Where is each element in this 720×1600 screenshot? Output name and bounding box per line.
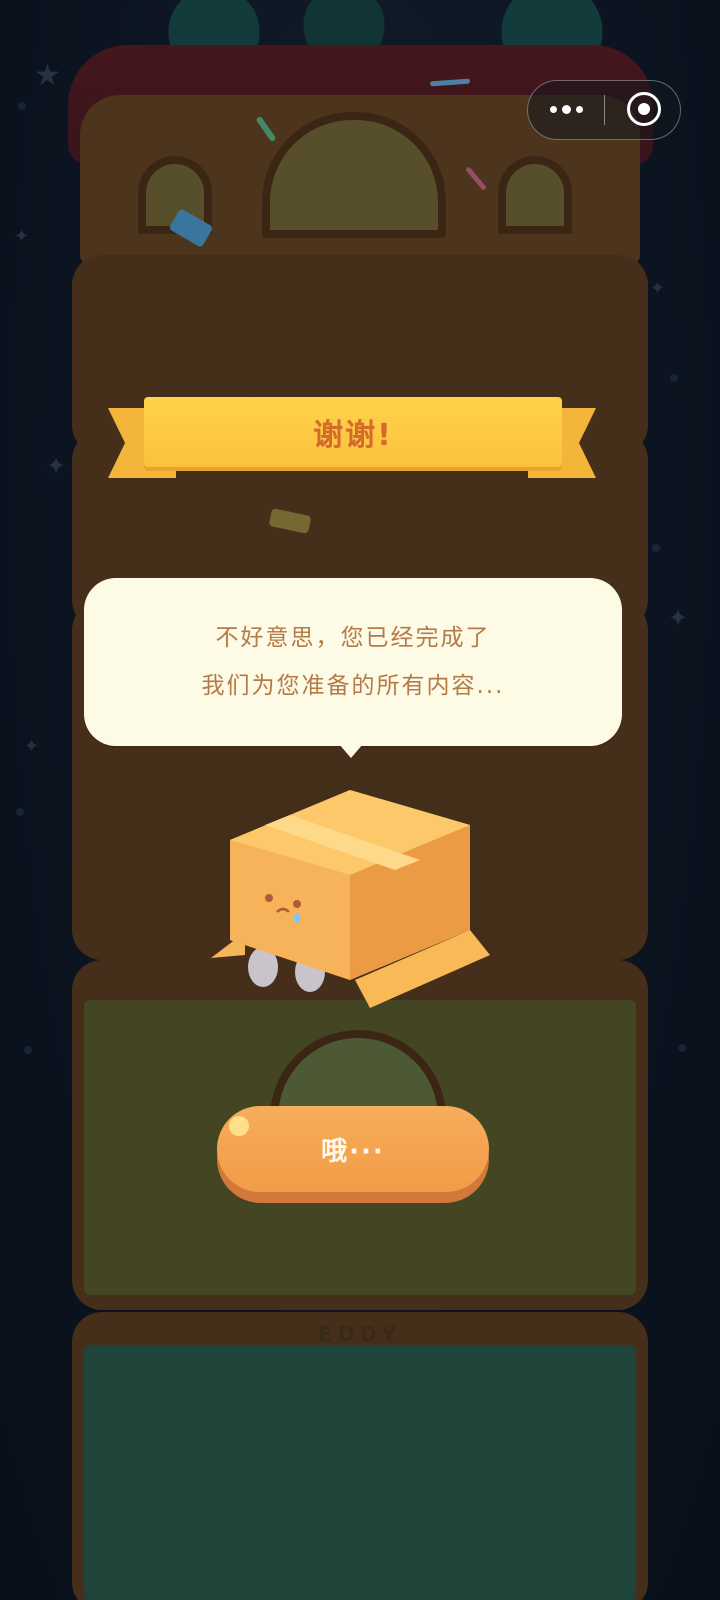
ribbon-title: 谢谢!: [313, 418, 393, 453]
button-shine: [229, 1116, 249, 1136]
close-target-icon[interactable]: [627, 92, 661, 126]
cardboard-box-cat-icon: [211, 790, 490, 1008]
title-ribbon: 谢谢!: [144, 397, 562, 467]
ok-button-label: 哦···: [321, 1136, 385, 1167]
speech-bubble-tail: [339, 744, 363, 758]
miniprogram-capsule: [527, 80, 681, 140]
speech-bubble: 不好意思，您已经完成了 我们为您准备的所有内容...: [84, 578, 622, 746]
more-dots-icon[interactable]: [528, 81, 604, 138]
message-line-1: 不好意思，您已经完成了: [215, 625, 491, 651]
message-line-2: 我们为您准备的所有内容...: [201, 673, 505, 699]
game-scene: ★ ✦ ✦ ✦ ✦ ✦ EDDY 谢谢! 不好意思，您已经完成了 我们为您准备的…: [0, 0, 720, 1600]
capsule-divider: [604, 95, 605, 125]
ok-button[interactable]: 哦···: [217, 1106, 489, 1192]
